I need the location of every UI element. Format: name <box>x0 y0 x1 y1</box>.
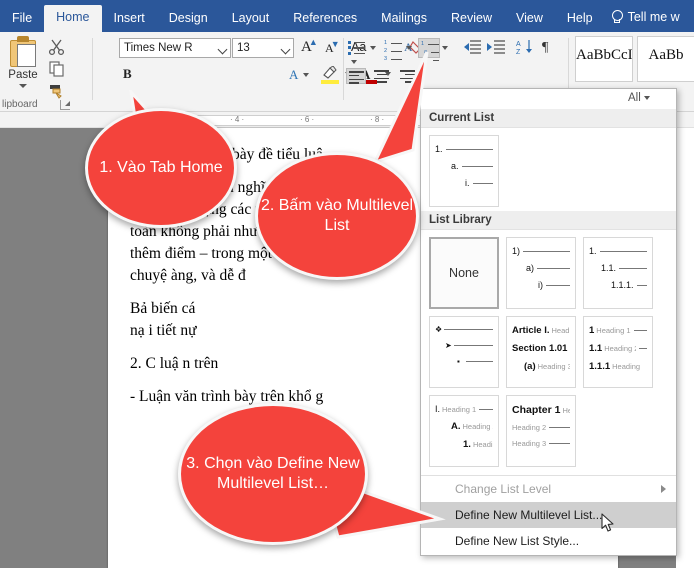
menu-item-label: Change List Level <box>455 482 552 496</box>
paste-button[interactable]: Paste <box>2 36 44 88</box>
sort-button[interactable]: A Z <box>516 38 538 58</box>
paragraph-marks-icon: ¶ <box>542 40 549 55</box>
callout-3-text: 3. Chọn vào Define New Multilevel List… <box>186 455 360 492</box>
tab-insert[interactable]: Insert <box>102 6 157 33</box>
callout-2-bubble: 2. Bấm vào Multilevel List <box>255 152 419 280</box>
decrease-indent-icon <box>464 40 481 54</box>
font-name-input[interactable]: Times New R <box>119 38 231 58</box>
tell-me-label: Tell me w <box>627 9 680 24</box>
show-paragraph-marks-button[interactable]: ¶ <box>542 38 564 58</box>
bold-button[interactable]: B <box>123 66 132 82</box>
group-clipboard: Paste lipboard <box>0 32 92 112</box>
list-library-article[interactable]: Article I.Head Section 1.01I (a)Heading … <box>506 316 576 388</box>
shrink-font-button[interactable]: A ▼ <box>325 39 340 56</box>
increase-indent-icon <box>487 40 505 54</box>
all-filter-button[interactable]: All <box>628 92 650 104</box>
menu-item-label: Define New Multilevel List... <box>455 508 603 522</box>
svg-text:A: A <box>516 41 521 48</box>
tab-home[interactable]: Home <box>44 4 102 32</box>
text-effects-button[interactable]: A <box>289 66 309 84</box>
decrease-indent-button[interactable] <box>462 38 484 58</box>
callout-1-text: 1. Vào Tab Home <box>99 159 223 177</box>
callout-1-bubble: 1. Vào Tab Home <box>85 108 237 228</box>
style-no-spacing[interactable]: AaBb <box>637 36 694 82</box>
callout-3-bubble: 3. Chọn vào Define New Multilevel List… <box>178 403 368 545</box>
list-library-chapter[interactable]: Chapter 1Hea Heading 2 Heading 3 <box>506 395 576 467</box>
format-painter-icon[interactable] <box>48 82 66 100</box>
tab-view[interactable]: View <box>504 6 555 33</box>
list-library-gallery: None 1) a) i) 1. 1.1. 1.1.1. ❖ ➤ ▪ Artic… <box>421 230 676 471</box>
tab-review[interactable]: Review <box>439 6 504 33</box>
ribbon-tab-bar: File Home Insert Design Layout Reference… <box>0 0 694 32</box>
menu-item-label: Define New List Style... <box>455 534 580 548</box>
callout-2-tail <box>372 51 429 165</box>
grow-font-button[interactable]: A ▲ <box>301 37 318 56</box>
list-library-roman-heading[interactable]: I.Heading 1 A.Heading 2 1.Headin <box>429 395 499 467</box>
increase-indent-button[interactable] <box>486 38 508 58</box>
callout-1: 1. Vào Tab Home <box>85 90 245 240</box>
list-library-none[interactable]: None <box>429 237 499 309</box>
chevron-right-icon <box>661 485 666 493</box>
svg-text:Z: Z <box>516 49 521 56</box>
lightbulb-icon <box>611 10 623 24</box>
tab-layout[interactable]: Layout <box>220 6 282 33</box>
sort-az-icon: A Z <box>516 40 532 56</box>
dialog-launcher-icon[interactable] <box>60 100 70 110</box>
clipboard-group-label: lipboard <box>2 99 38 110</box>
callout-2-text: 2. Bấm vào Multilevel List <box>260 197 414 234</box>
list-library-decimal[interactable]: 1. 1.1. 1.1.1. <box>583 237 653 309</box>
tab-file[interactable]: File <box>0 6 44 33</box>
paste-label: Paste <box>8 69 38 81</box>
copy-icon[interactable] <box>48 60 66 78</box>
menu-item-define-new-list-style[interactable]: Define New List Style... <box>421 528 676 554</box>
menu-item-change-list-level[interactable]: Change List Level <box>421 476 676 502</box>
tell-me-box[interactable]: Tell me w <box>605 4 692 32</box>
list-library-heading-numbers[interactable]: 1 Heading 1 1.1 Heading 2 1.1.1 Heading <box>583 316 653 388</box>
multilevel-list-dropdown-panel[interactable]: All Current List 1. a. i. List Library N… <box>420 88 677 556</box>
text-effects-icon: A <box>289 67 299 82</box>
chevron-down-icon[interactable] <box>280 44 291 55</box>
page-right-edge <box>676 128 694 568</box>
ruler-tick: · 6 · <box>300 115 315 124</box>
list-library-bullets[interactable]: ❖ ➤ ▪ <box>429 316 499 388</box>
style-normal[interactable]: AaBbCcI <box>575 36 633 82</box>
font-size-input[interactable]: 13 <box>232 38 294 58</box>
tab-help[interactable]: Help <box>555 6 605 33</box>
tab-design[interactable]: Design <box>157 6 220 33</box>
current-list-gallery: 1. a. i. <box>421 128 676 211</box>
current-list-header: Current List <box>421 109 676 128</box>
tab-references[interactable]: References <box>281 6 369 33</box>
scissors-icon[interactable] <box>48 38 66 56</box>
list-library-paren[interactable]: 1) a) i) <box>506 237 576 309</box>
callout-2: 2. Bấm vào Multilevel List <box>255 51 429 290</box>
callout-3: 3. Chọn vào Define New Multilevel List… <box>178 403 446 553</box>
chevron-down-icon[interactable] <box>217 44 228 55</box>
tab-mailings[interactable]: Mailings <box>369 6 439 33</box>
list-library-header: List Library <box>421 211 676 230</box>
paste-icon <box>8 36 38 68</box>
menu-item-define-new-multilevel-list[interactable]: Define New Multilevel List... <box>421 502 676 528</box>
chevron-down-icon[interactable] <box>19 84 27 88</box>
